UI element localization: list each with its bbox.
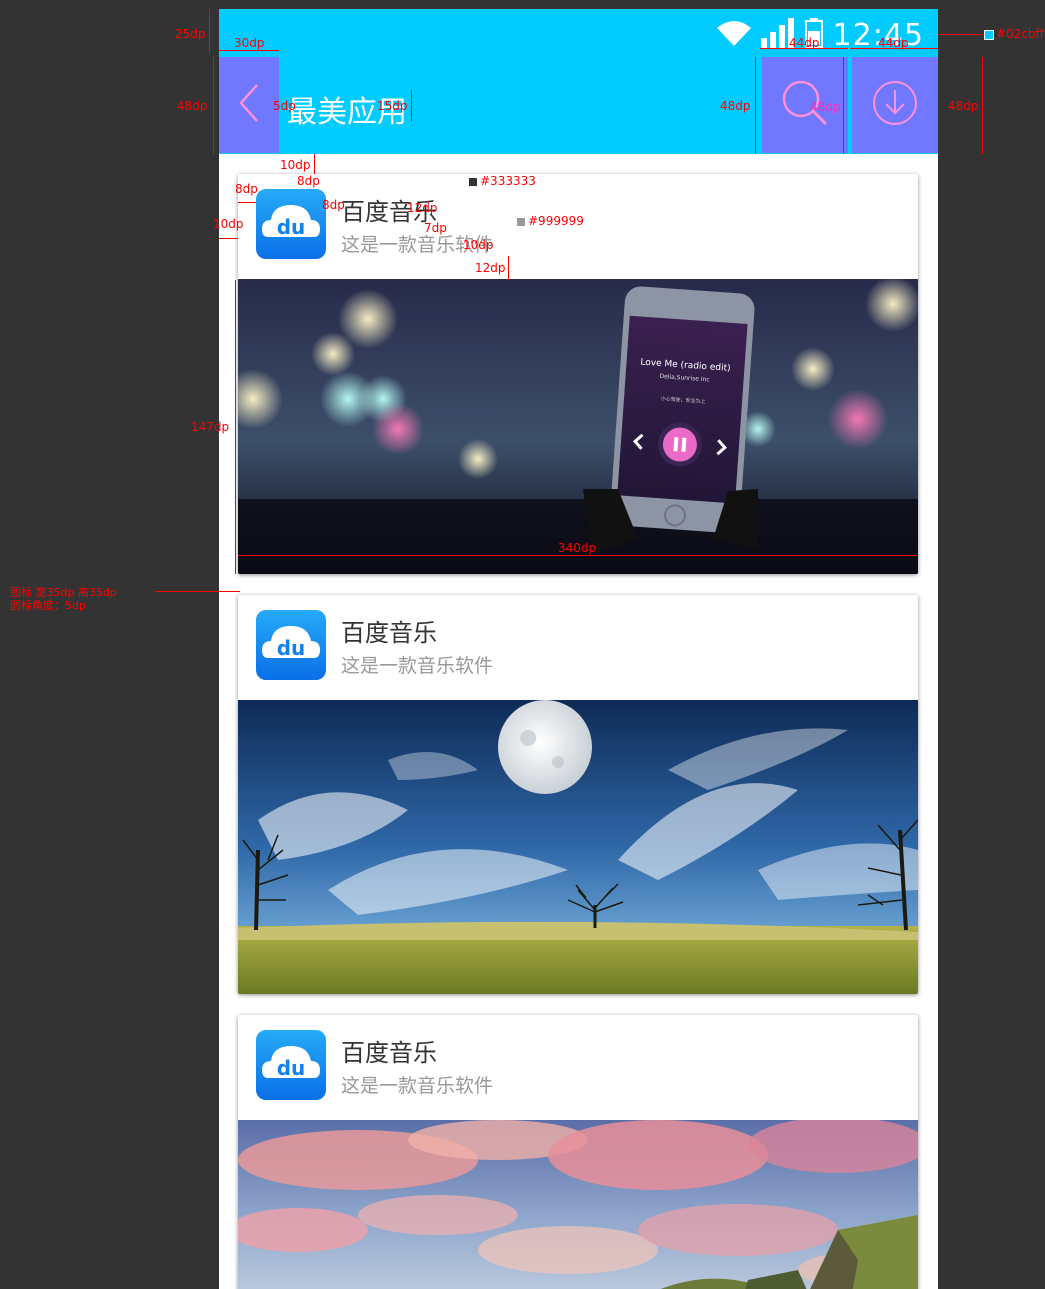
annotation-label: 10dp — [213, 217, 244, 231]
dimension-line — [314, 154, 315, 174]
annotation-label: 12dp — [407, 201, 438, 215]
annotation-label: 25dp — [175, 27, 206, 41]
dimension-line — [219, 238, 238, 239]
dimension-line — [213, 57, 214, 154]
dimension-line — [209, 9, 210, 53]
annotation-label: 8dp — [297, 174, 320, 188]
annotation-label: 5dp — [273, 99, 296, 113]
app-card[interactable]: du 百度音乐 这是一款音乐软件 — [238, 1015, 918, 1289]
app-icon-label: du — [277, 215, 306, 239]
card-header: du 百度音乐 这是一款音乐软件 — [238, 595, 918, 700]
annotation-label: #999999 — [528, 214, 584, 228]
annotation-label: 30dp — [234, 36, 265, 50]
dimension-line — [938, 34, 983, 35]
color-annotation: #999999 — [516, 214, 584, 228]
dimension-line — [238, 555, 918, 556]
annotation-label: 44dp — [789, 36, 820, 50]
app-name: 百度音乐 — [341, 619, 437, 647]
annotation-label: #333333 — [480, 174, 536, 188]
app-description: 这是一款音乐软件 — [341, 1075, 494, 1097]
app-icon-label: du — [277, 1056, 306, 1080]
color-annotation: #02cbff — [984, 27, 1044, 41]
download-button[interactable] — [852, 57, 938, 153]
color-swatch — [516, 216, 526, 227]
dimension-line — [508, 256, 509, 280]
download-icon — [871, 79, 919, 131]
back-button[interactable] — [219, 57, 279, 153]
dimension-line — [843, 57, 844, 154]
dimension-line — [238, 202, 256, 203]
dimension-line — [235, 280, 236, 574]
annotation-label: 340dp — [558, 541, 597, 555]
chevron-left-icon — [237, 83, 261, 127]
annotation-label: 48dp — [810, 100, 841, 114]
annotation-label: #02cbff — [996, 27, 1044, 41]
annotation-label: 7dp — [424, 221, 447, 235]
annotation-label: 44dp — [878, 36, 909, 50]
dimension-line — [755, 57, 756, 154]
app-description: 这是一款音乐软件 — [341, 655, 494, 677]
banner-image — [238, 1120, 918, 1289]
app-card[interactable]: du 百度音乐 这是一款音乐软件 — [238, 595, 918, 994]
app-bar: 12:45 最美应用 — [219, 9, 938, 154]
color-annotation: #333333 — [468, 174, 536, 188]
annotation-label: 10dp — [463, 238, 494, 252]
annotation-label: 8dp — [322, 198, 345, 212]
banner-image: Love Me (radio edit) Delia,Sunrise Inc 小… — [238, 279, 918, 574]
annotation-label: 48dp — [177, 99, 208, 113]
dimension-line — [982, 57, 983, 154]
annotation-label: 48dp — [948, 99, 979, 113]
annotation-label: 图标角度：5dp — [10, 599, 86, 612]
baidu-music-app-icon: du — [256, 189, 326, 259]
annotation-label: 8dp — [235, 182, 258, 196]
dimension-line — [219, 50, 279, 51]
annotation-label: 10dp — [280, 158, 311, 172]
annotation-label: 48dp — [720, 99, 751, 113]
color-swatch — [984, 29, 994, 40]
annotation-label: 147dp — [191, 420, 230, 434]
banner-image — [238, 700, 918, 994]
annotation-label: 15dp — [377, 99, 408, 113]
dimension-line — [155, 591, 240, 592]
card-header: du 百度音乐 这是一款音乐软件 — [238, 1015, 918, 1120]
app-name: 百度音乐 — [341, 1039, 437, 1067]
annotation-label: 12dp — [475, 261, 506, 275]
baidu-music-app-icon: du — [256, 610, 326, 680]
dimension-line — [411, 90, 412, 122]
app-card[interactable]: du 百度音乐 这是一款音乐软件 — [238, 174, 918, 574]
app-icon-label: du — [277, 636, 306, 660]
color-swatch — [468, 176, 478, 187]
wifi-icon — [716, 20, 751, 50]
baidu-music-app-icon: du — [256, 1030, 326, 1100]
